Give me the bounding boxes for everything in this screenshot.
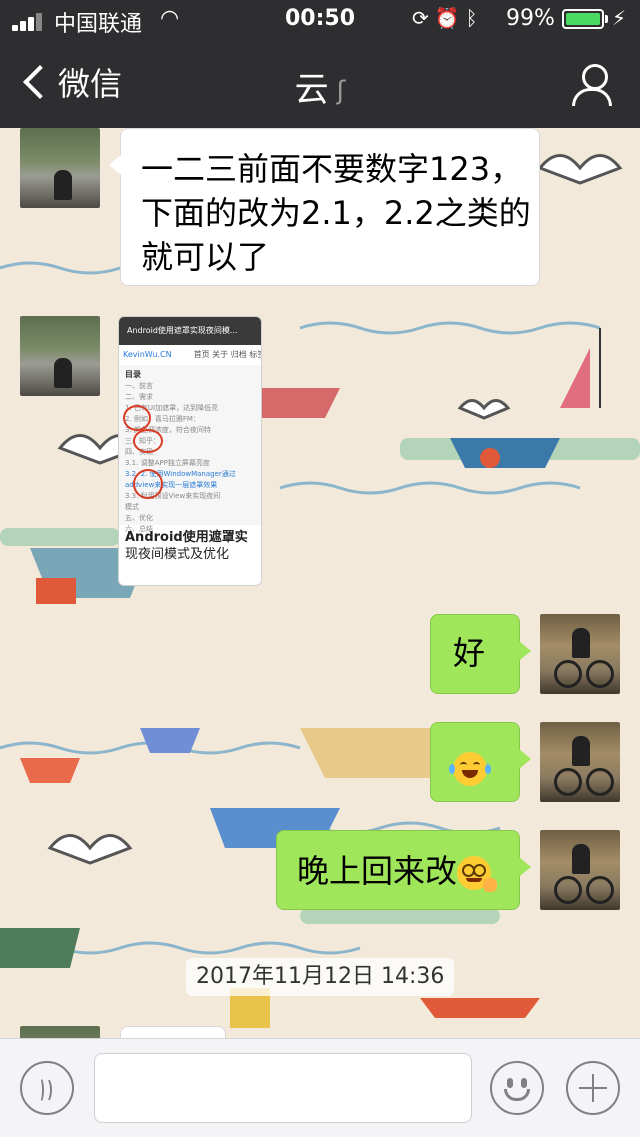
avatar-figure — [54, 170, 72, 200]
voice-button[interactable] — [20, 1061, 74, 1115]
image-toc-line: 二、需求 — [125, 393, 153, 401]
my-avatar[interactable] — [540, 722, 620, 802]
battery-tip — [605, 15, 608, 23]
avatar-wheel — [586, 876, 614, 904]
image-nav: 首页 关于 归档 标签 — [193, 350, 262, 359]
nav-bar: 微信 云ʃ — [0, 40, 640, 128]
message-bubble-4[interactable] — [430, 722, 531, 802]
plus-icon-vertical — [592, 1074, 594, 1102]
message-bubble-3[interactable]: 好 — [430, 614, 531, 694]
chat-title: 云ʃ — [0, 62, 640, 111]
image-message[interactable]: Android使用遮罩实现夜间模... KevinWu.CN 首页 关于 归档 标… — [118, 316, 262, 586]
message-text: 好 — [453, 634, 486, 672]
smiley-icon-eye — [521, 1078, 527, 1088]
message-bubble-1[interactable]: 一二三前面不要数字123， 下面的改为2.1，2.2之类的 就可以了 — [109, 128, 540, 286]
contact-avatar[interactable] — [20, 128, 100, 208]
red-annotation — [133, 429, 163, 453]
avatar-figure — [572, 628, 590, 658]
emoji-button[interactable] — [490, 1061, 544, 1115]
image-toc-line: 3.1. 调整APP独立屏幕亮度 — [125, 459, 210, 467]
image-article-title-2: 现夜间模式及优化 — [125, 547, 230, 562]
bubble-tail — [519, 641, 531, 661]
face-with-monocle-emoji — [457, 856, 498, 892]
avatar-wheel — [586, 660, 614, 688]
more-button[interactable] — [566, 1061, 620, 1115]
image-header: Android使用遮罩实现夜间模... — [119, 317, 261, 345]
profile-button[interactable] — [570, 62, 614, 106]
message-text: 晚上回来改 — [297, 852, 458, 890]
smiley-icon-mouth — [504, 1089, 530, 1101]
message-input[interactable] — [94, 1053, 472, 1123]
status-icons: ⟳⏰ᛒ — [412, 6, 484, 30]
top-bar: 中国联通 ◠ 00:50 ⟳⏰ᛒ 99% ⚡ 微信 云ʃ — [0, 0, 640, 128]
contact-avatar[interactable] — [20, 1026, 100, 1038]
image-toc-list: 一、前言 二、需求 1. 已有UI加遮罩，达到降低亮 2. 例如：喜马拉雅FM： 3. … — [125, 381, 255, 535]
battery-icon — [562, 9, 604, 29]
avatar-figure — [572, 844, 590, 874]
message-line: 就可以了 — [141, 238, 270, 276]
avatar-wheel — [554, 660, 582, 688]
image-toc-line: 一、前言 — [125, 382, 153, 390]
smiley-icon — [507, 1078, 513, 1088]
chat-title-text: 云 — [294, 70, 329, 110]
bluetooth-icon: ᛒ — [465, 6, 484, 30]
avatar-wheel — [586, 768, 614, 796]
image-toc-title: 目录 — [125, 370, 141, 379]
battery-level — [566, 13, 600, 25]
status-bar: 中国联通 ◠ 00:50 ⟳⏰ᛒ 99% ⚡ — [0, 0, 640, 40]
profile-icon — [582, 64, 608, 90]
red-annotation — [133, 469, 163, 499]
avatar-wheel — [554, 768, 582, 796]
ear-icon: ʃ — [336, 76, 346, 106]
avatar-figure — [54, 358, 72, 388]
message-line: 下面的改为2.1，2.2之类的 — [141, 194, 531, 232]
timestamp: 2017年11月12日 14:36 — [186, 958, 455, 996]
alarm-icon: ⏰ — [434, 6, 466, 30]
image-toc-line: 五、优化 — [125, 514, 153, 522]
battery-percent: 99% — [506, 6, 555, 31]
message-bubble-5[interactable]: 晚上回来改 — [276, 830, 531, 910]
bubble-tail — [519, 749, 531, 769]
message-line: 一二三前面不要数字123， — [141, 150, 523, 188]
image-article-title: Android使用遮罩实 — [125, 530, 248, 545]
contact-avatar[interactable] — [20, 316, 100, 396]
bubble-tail — [109, 155, 121, 175]
avatar-figure — [572, 736, 590, 766]
my-avatar[interactable] — [540, 830, 620, 910]
red-annotation — [123, 405, 151, 431]
my-avatar[interactable] — [540, 614, 620, 694]
message-bubble-partial[interactable] — [120, 1026, 226, 1038]
profile-icon-body — [572, 88, 612, 106]
bubble-tail — [519, 857, 531, 877]
charging-icon: ⚡ — [612, 6, 627, 30]
image-tabs: KevinWu.CN 首页 关于 归档 标签 — [119, 345, 261, 365]
input-bar — [0, 1038, 640, 1137]
chat-area[interactable]: 一二三前面不要数字123， 下面的改为2.1，2.2之类的 就可以了 Andro… — [0, 128, 640, 1038]
avatar-wheel — [554, 876, 582, 904]
tears-of-joy-emoji — [449, 752, 491, 786]
image-site: KevinWu.CN — [123, 350, 172, 359]
image-toc-line: 模式 — [125, 503, 139, 511]
rotation-lock-icon: ⟳ — [412, 6, 435, 30]
